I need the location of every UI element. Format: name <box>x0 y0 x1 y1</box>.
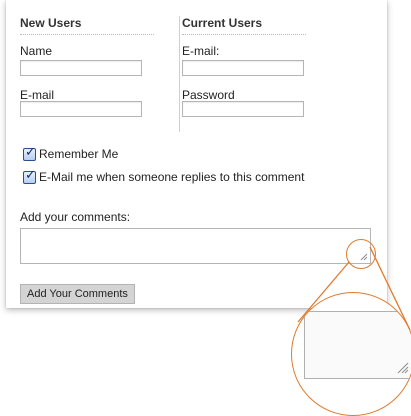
zoomed-textarea-corner <box>304 311 411 379</box>
zoom-magnifier-circle <box>291 292 411 416</box>
zoom-source-circle <box>346 239 376 269</box>
resize-grip-icon <box>397 362 409 374</box>
